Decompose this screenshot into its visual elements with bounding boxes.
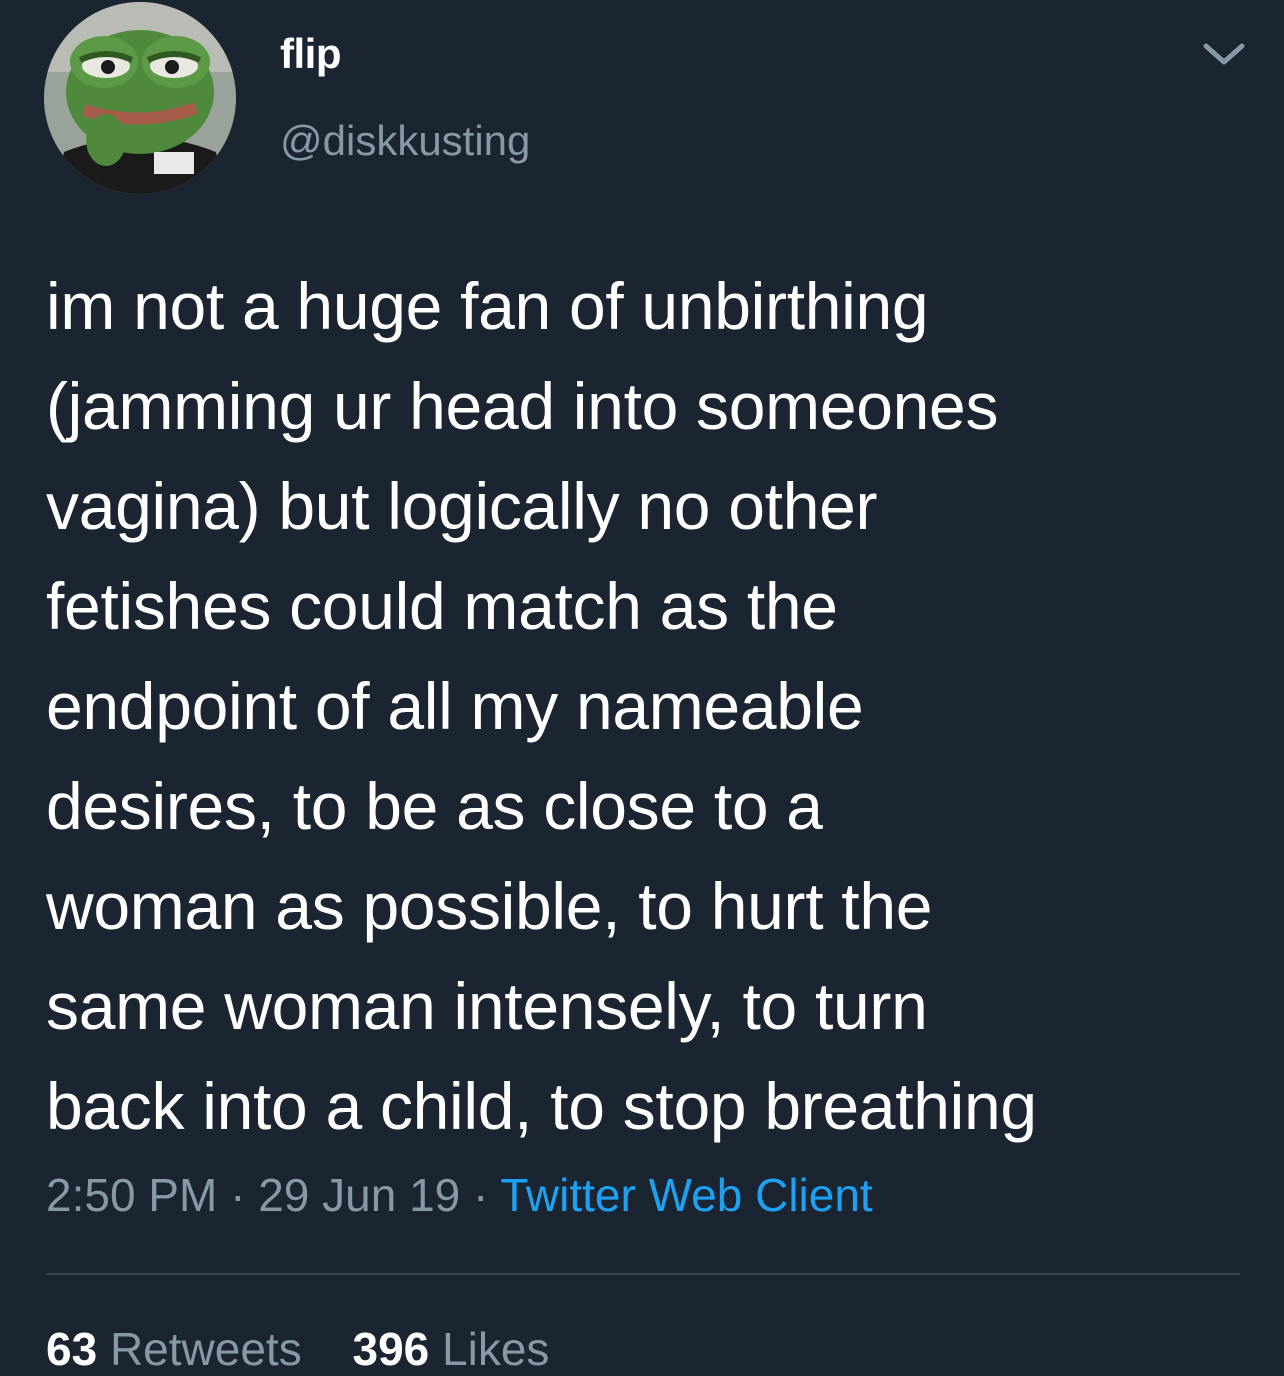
- tweet-text-line: back into a child, to stop breathing: [46, 1069, 1037, 1143]
- tweet-text-line: im not a huge fan of unbirthing: [46, 269, 929, 343]
- divider: [46, 1273, 1240, 1275]
- display-name[interactable]: flip: [280, 30, 341, 78]
- tweet-text-line: woman as possible, to hurt the: [46, 869, 933, 943]
- tweet-text-line: same woman intensely, to turn: [46, 969, 928, 1043]
- chevron-down-icon[interactable]: [1198, 34, 1250, 74]
- tweet-text: im not a huge fan of unbirthing (jamming…: [46, 256, 1256, 1156]
- tweet-source-link[interactable]: Twitter Web Client: [500, 1169, 872, 1221]
- likes-label: Likes: [442, 1323, 550, 1375]
- tweet-text-line: fetishes could match as the: [46, 569, 838, 643]
- tweet-text-line: (jamming ur head into someones: [46, 369, 999, 443]
- meta-separator: ·: [473, 1169, 489, 1221]
- tweet-text-line: vagina) but logically no other: [46, 469, 878, 543]
- retweets-count: 63: [46, 1323, 98, 1375]
- retweets-label: Retweets: [109, 1323, 302, 1375]
- meta-separator: ·: [230, 1169, 246, 1221]
- tweet-date[interactable]: 29 Jun 19: [258, 1169, 460, 1221]
- avatar[interactable]: [44, 2, 236, 194]
- tweet-text-line: desires, to be as close to a: [46, 769, 823, 843]
- tweet-stats: 63 Retweets 396 Likes: [46, 1322, 587, 1376]
- retweets-stat[interactable]: 63 Retweets: [46, 1322, 302, 1376]
- likes-count: 396: [352, 1323, 430, 1375]
- tweet-card: flip @diskkusting im not a huge fan of u…: [0, 0, 1284, 1375]
- tweet-meta: 2:50 PM · 29 Jun 19 · Twitter Web Client: [46, 1168, 873, 1222]
- frog-avatar-icon: [44, 2, 236, 194]
- tweet-text-line: endpoint of all my nameable: [46, 669, 864, 743]
- user-handle[interactable]: @diskkusting: [280, 117, 530, 165]
- likes-stat[interactable]: 396 Likes: [352, 1322, 549, 1376]
- tweet-time[interactable]: 2:50 PM: [46, 1169, 217, 1221]
